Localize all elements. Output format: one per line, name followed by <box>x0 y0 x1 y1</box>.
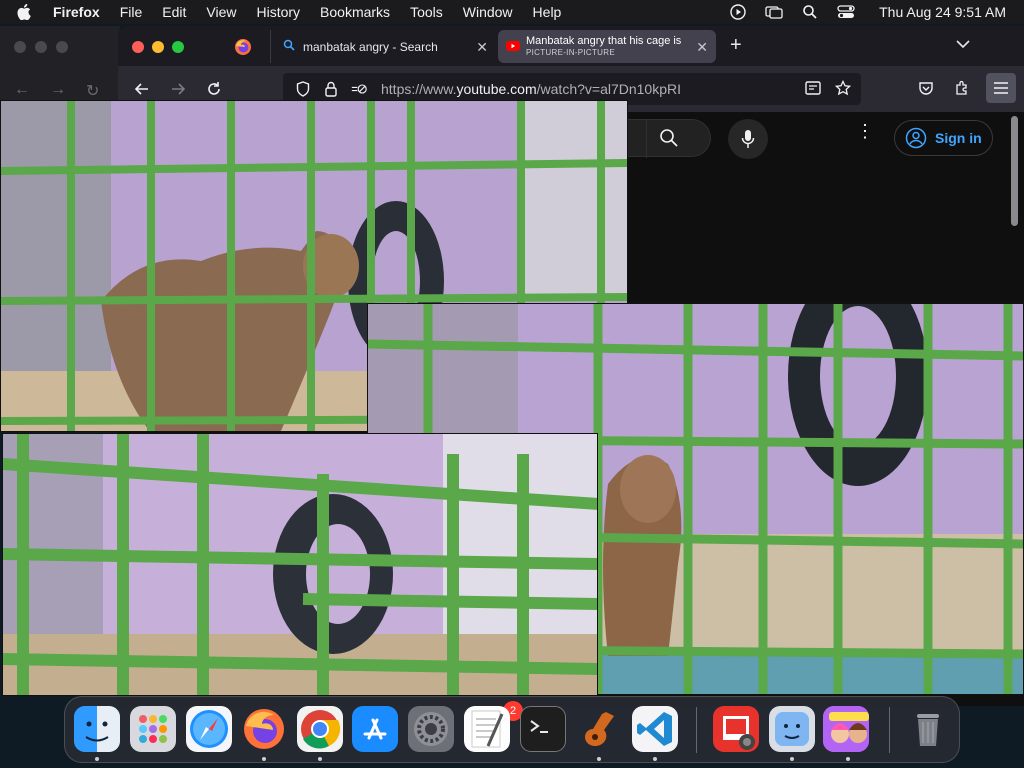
firefox-icon[interactable] <box>241 706 287 752</box>
menu-history[interactable]: History <box>256 4 300 20</box>
tab-sublabel: PICTURE-IN-PICTURE <box>526 47 615 57</box>
back-arrow-icon: ← <box>14 81 30 98</box>
menu-bookmarks[interactable]: Bookmarks <box>320 4 390 20</box>
search-divider <box>646 120 647 158</box>
running-indicator <box>846 757 850 761</box>
url-text: https://www.youtube.com/watch?v=al7Dn10k… <box>381 81 682 97</box>
window-controls <box>132 41 184 53</box>
microphone-icon <box>741 130 755 148</box>
zoom-window-button[interactable] <box>172 41 184 53</box>
sign-in-label: Sign in <box>935 130 982 146</box>
running-indicator <box>653 757 657 761</box>
lock-icon[interactable] <box>323 81 339 97</box>
pip-video-frame <box>3 434 597 695</box>
menu-bar: Firefox File Edit View History Bookmarks… <box>0 0 1024 24</box>
textedit-icon[interactable] <box>464 706 510 752</box>
close-tab-icon[interactable]: ✕ <box>476 39 488 56</box>
running-indicator <box>262 757 266 761</box>
game-icon[interactable] <box>823 706 869 752</box>
reload-icon: ↻ <box>86 83 100 100</box>
forward-arrow-icon: → <box>50 81 66 98</box>
more-options-icon[interactable]: ⋮ <box>856 122 874 140</box>
tab-search[interactable]: manbatak angry - Search ✕ <box>270 30 496 63</box>
app-menu-button[interactable] <box>986 73 1016 103</box>
dock-separator <box>696 707 697 753</box>
firefox-view-icon[interactable] <box>234 38 252 56</box>
search-icon <box>660 129 678 147</box>
running-indicator <box>318 757 322 761</box>
tracking-protection-shield-icon[interactable] <box>295 81 311 97</box>
system-settings-icon[interactable] <box>408 706 454 752</box>
photo-booth-icon[interactable] <box>713 706 759 752</box>
dock: 2 <box>64 696 960 763</box>
forward-button[interactable] <box>168 79 188 99</box>
tab-youtube-active[interactable]: Manbatak angry that his cage is PICTURE-… <box>498 30 716 63</box>
new-tab-button[interactable]: + <box>730 34 742 57</box>
voice-search-button[interactable] <box>728 119 768 159</box>
minimize-window-button[interactable] <box>152 41 164 53</box>
launchpad-icon[interactable] <box>130 706 176 752</box>
garageband-icon[interactable] <box>576 706 622 752</box>
background-window: ← → ↻ <box>0 26 120 106</box>
pip-video-window[interactable] <box>2 433 598 696</box>
menu-edit[interactable]: Edit <box>162 4 186 20</box>
menu-window[interactable]: Window <box>463 4 513 20</box>
search-icon <box>283 39 295 54</box>
account-icon <box>905 127 927 149</box>
app-store-icon[interactable] <box>352 706 398 752</box>
tab-bar: manbatak angry - Search ✕ Manbatak angry… <box>118 26 1024 66</box>
close-window-button[interactable] <box>132 41 144 53</box>
finder-icon[interactable] <box>74 706 120 752</box>
spotlight-search-icon[interactable] <box>801 3 819 21</box>
running-indicator <box>95 757 99 761</box>
vscode-icon[interactable] <box>632 706 678 752</box>
play-circle-icon[interactable] <box>729 3 747 21</box>
reload-button[interactable] <box>204 79 224 99</box>
background-window-nav: ← → ↻ <box>14 81 99 101</box>
bookmark-star-icon[interactable] <box>834 79 852 101</box>
terminal-icon[interactable] <box>520 706 566 752</box>
running-indicator <box>597 757 601 761</box>
reader-view-icon[interactable] <box>805 80 821 101</box>
desktop: Firefox File Edit View History Bookmarks… <box>0 0 1024 768</box>
trash-icon[interactable] <box>905 706 951 752</box>
page-scrollbar[interactable] <box>1011 116 1018 226</box>
youtube-icon <box>506 40 520 54</box>
screen-mirroring-icon[interactable] <box>765 3 783 21</box>
back-button[interactable] <box>132 79 152 99</box>
control-center-icon[interactable] <box>837 3 855 21</box>
extensions-icon[interactable] <box>950 76 974 100</box>
finder-icon[interactable] <box>769 706 815 752</box>
tab-label: manbatak angry - Search <box>303 39 438 54</box>
dock-separator <box>889 707 890 753</box>
chrome-icon[interactable] <box>297 706 343 752</box>
menu-file[interactable]: File <box>120 4 143 20</box>
apple-logo-icon[interactable] <box>17 0 37 24</box>
menu-bar-clock[interactable]: Thu Aug 24 9:51 AM <box>879 4 1006 20</box>
menu-help[interactable]: Help <box>533 4 562 20</box>
tab-label: Manbatak angry that his cage is <box>526 34 682 47</box>
list-all-tabs-button[interactable] <box>956 36 970 54</box>
pocket-icon[interactable] <box>914 76 938 100</box>
menu-tools[interactable]: Tools <box>410 4 443 20</box>
menu-view[interactable]: View <box>206 4 236 20</box>
safari-icon[interactable] <box>186 706 232 752</box>
sign-in-button[interactable]: Sign in <box>894 120 993 156</box>
running-indicator <box>790 757 794 761</box>
menu-app-name[interactable]: Firefox <box>53 4 100 20</box>
inactive-window-controls <box>14 41 68 53</box>
close-tab-icon[interactable]: ✕ <box>696 39 708 56</box>
permissions-blocked-icon[interactable] <box>351 81 367 97</box>
